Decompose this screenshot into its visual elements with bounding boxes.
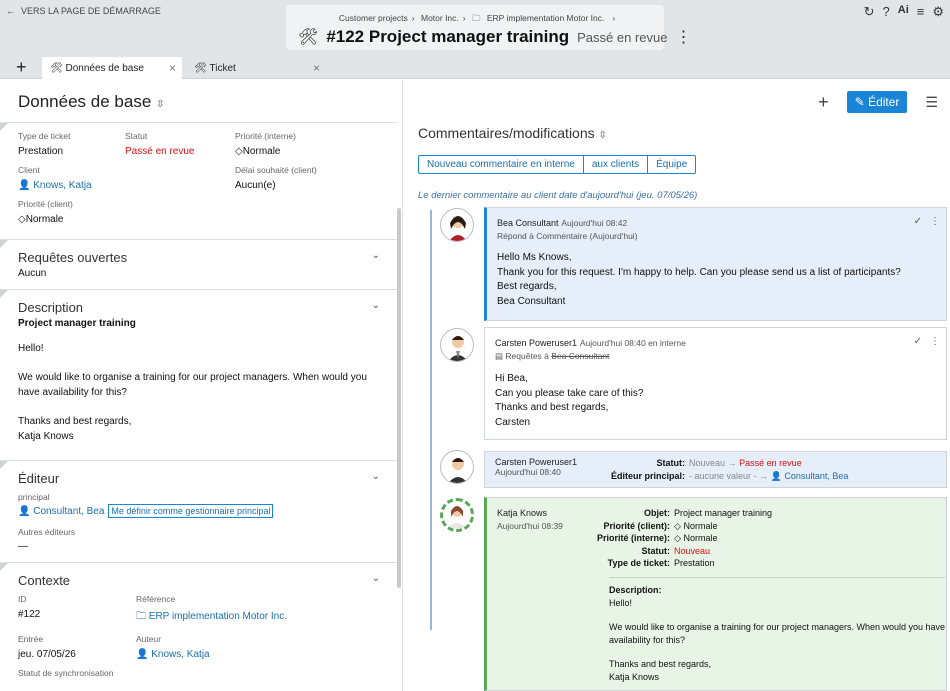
- chevron-down-icon: ⌄: [371, 300, 380, 311]
- priority-internal-value: ◇Normale: [235, 146, 281, 157]
- more-icon[interactable]: ⋮: [675, 27, 691, 47]
- edit-icon: ✎: [854, 95, 865, 109]
- avatar: [440, 328, 474, 362]
- avatar: [440, 498, 474, 532]
- person-icon: 👤: [18, 506, 31, 517]
- editor-section[interactable]: Éditeur ⌄ principal 👤 Consultant, Bea Me d…: [0, 460, 398, 562]
- tools-icon: 🛠: [194, 62, 210, 74]
- close-icon[interactable]: ×: [169, 61, 176, 75]
- tools-icon: 🛠: [50, 62, 66, 74]
- avatar: [440, 450, 474, 484]
- context-section[interactable]: Contexte ⌄ ID #122 Référence 🗀 ERP implemen…: [0, 562, 398, 691]
- person-icon: 👤: [18, 180, 31, 191]
- check-circle-icon[interactable]: ✓: [914, 216, 922, 227]
- crumb-3[interactable]: 🗀 ERP implementation Motor Inc.: [472, 13, 608, 23]
- crumb-1[interactable]: Customer projects: [339, 13, 408, 23]
- check-circle-icon[interactable]: ✓: [914, 336, 922, 347]
- sort-icon: ⇳: [156, 99, 165, 110]
- timeline-line: [430, 210, 432, 630]
- person-icon: 👤: [136, 649, 149, 660]
- scrollbar[interactable]: [397, 208, 401, 588]
- more-icon[interactable]: ⋮: [930, 216, 940, 227]
- ticket-header: Customer projects › Motor Inc. › 🗀 ERP imp…: [286, 5, 691, 50]
- new-internal-comment-button[interactable]: Nouveau commentaire en interne: [419, 156, 584, 173]
- ai-icon[interactable]: Ai: [898, 4, 909, 20]
- delay-value: Aucun(e): [235, 180, 276, 191]
- add-tab-button[interactable]: +: [16, 57, 27, 78]
- menu-icon[interactable]: ≡: [917, 4, 925, 20]
- chevron-down-icon: ⌄: [371, 250, 380, 261]
- last-comment-note: Le dernier commentaire au client date d'…: [418, 190, 698, 201]
- sort-icon: ⇳: [598, 130, 607, 141]
- client-link[interactable]: 👤 Knows, Katja: [18, 180, 235, 191]
- diamond-icon: ◇: [674, 520, 681, 531]
- comments-title[interactable]: Commentaires/modifications ⇳: [418, 125, 607, 141]
- team-button[interactable]: Équipe: [648, 156, 695, 173]
- comment-card: ✓ ⋮ Carsten Poweruser1 Aujourd'hui 08:40 …: [484, 327, 947, 440]
- request-icon: ▤: [495, 351, 504, 361]
- back-to-start-link[interactable]: ← VERS LA PAGE DE DÉMARRAGE: [6, 6, 161, 16]
- close-icon[interactable]: ×: [313, 61, 320, 75]
- tools-icon: 🛠: [298, 29, 319, 46]
- page-title: #122 Project manager training: [326, 27, 570, 46]
- status-label: Passé en revue: [577, 29, 668, 45]
- fields-section: Type de ticket Prestation Statut Passé en …: [0, 122, 398, 239]
- arrow-left-icon: ←: [6, 6, 15, 16]
- gear-icon[interactable]: ⚙: [932, 4, 944, 20]
- refresh-icon[interactable]: ↻: [864, 4, 875, 20]
- folder-icon: 🗀: [136, 611, 146, 622]
- tab-basic-data[interactable]: 🛠 Données de base ×: [42, 57, 182, 79]
- initial-comment-card: Katja Knows Aujourd'hui 08:39 Objet: Proj…: [484, 497, 947, 691]
- chevron-down-icon: ⌄: [371, 573, 380, 584]
- reference-link[interactable]: 🗀 ERP implementation Motor Inc.: [136, 609, 336, 626]
- help-icon[interactable]: ?: [883, 4, 890, 20]
- priority-client-value: ◇Normale: [18, 214, 64, 225]
- diamond-icon: ◇: [18, 214, 26, 225]
- status-value: Passé en revue: [125, 146, 195, 157]
- person-icon: 👤: [770, 470, 782, 481]
- comment-card: ✓ ⋮ Bea Consultant Aujourd'hui 08:42 Répo…: [484, 207, 947, 321]
- diamond-icon: ◇: [674, 533, 681, 543]
- comment-filters: Nouveau commentaire en interne aux clien…: [418, 155, 697, 174]
- status-change-card: Carsten Poweruser1 Aujourd'hui 08:40 Sta…: [484, 451, 947, 488]
- avatar: [440, 208, 474, 242]
- right-panel: + ✎ Éditer ☰ Commentaires/modifications …: [404, 80, 950, 691]
- more-icon[interactable]: ⋮: [930, 336, 940, 347]
- breadcrumb: Customer projects › Motor Inc. › 🗀 ERP imp…: [338, 13, 616, 23]
- chevron-down-icon: ⌄: [371, 471, 380, 482]
- principal-editor-link[interactable]: 👤 Consultant, Bea: [18, 506, 104, 517]
- ticket-type-value: Prestation: [18, 146, 64, 157]
- panel-title[interactable]: Données de base ⇳: [18, 92, 164, 112]
- open-requests-section[interactable]: Requêtes ouvertes ⌄ Aucun: [0, 239, 398, 289]
- to-clients-button[interactable]: aux clients: [584, 156, 649, 173]
- tab-bar: + 🛠 Données de base × 🛠 Ticket ×: [0, 57, 950, 79]
- assign-me-button[interactable]: Me définir comme gestionnaire principal: [108, 504, 274, 518]
- description-section[interactable]: Description ⌄ Project manager training He…: [0, 289, 398, 460]
- tab-ticket[interactable]: 🛠 Ticket ×: [186, 57, 326, 79]
- diamond-icon: ◇: [235, 146, 243, 157]
- left-panel: Données de base ⇳ Type de ticket Prestati…: [0, 80, 403, 691]
- edit-button[interactable]: ✎ Éditer: [846, 91, 908, 113]
- author-link[interactable]: 👤 Knows, Katja: [136, 649, 336, 660]
- settings-sliders-icon[interactable]: ☰: [925, 94, 938, 111]
- crumb-2[interactable]: Motor Inc.: [421, 13, 459, 23]
- add-icon[interactable]: +: [818, 92, 829, 113]
- top-bar: ← VERS LA PAGE DE DÉMARRAGE Customer pro…: [0, 0, 950, 57]
